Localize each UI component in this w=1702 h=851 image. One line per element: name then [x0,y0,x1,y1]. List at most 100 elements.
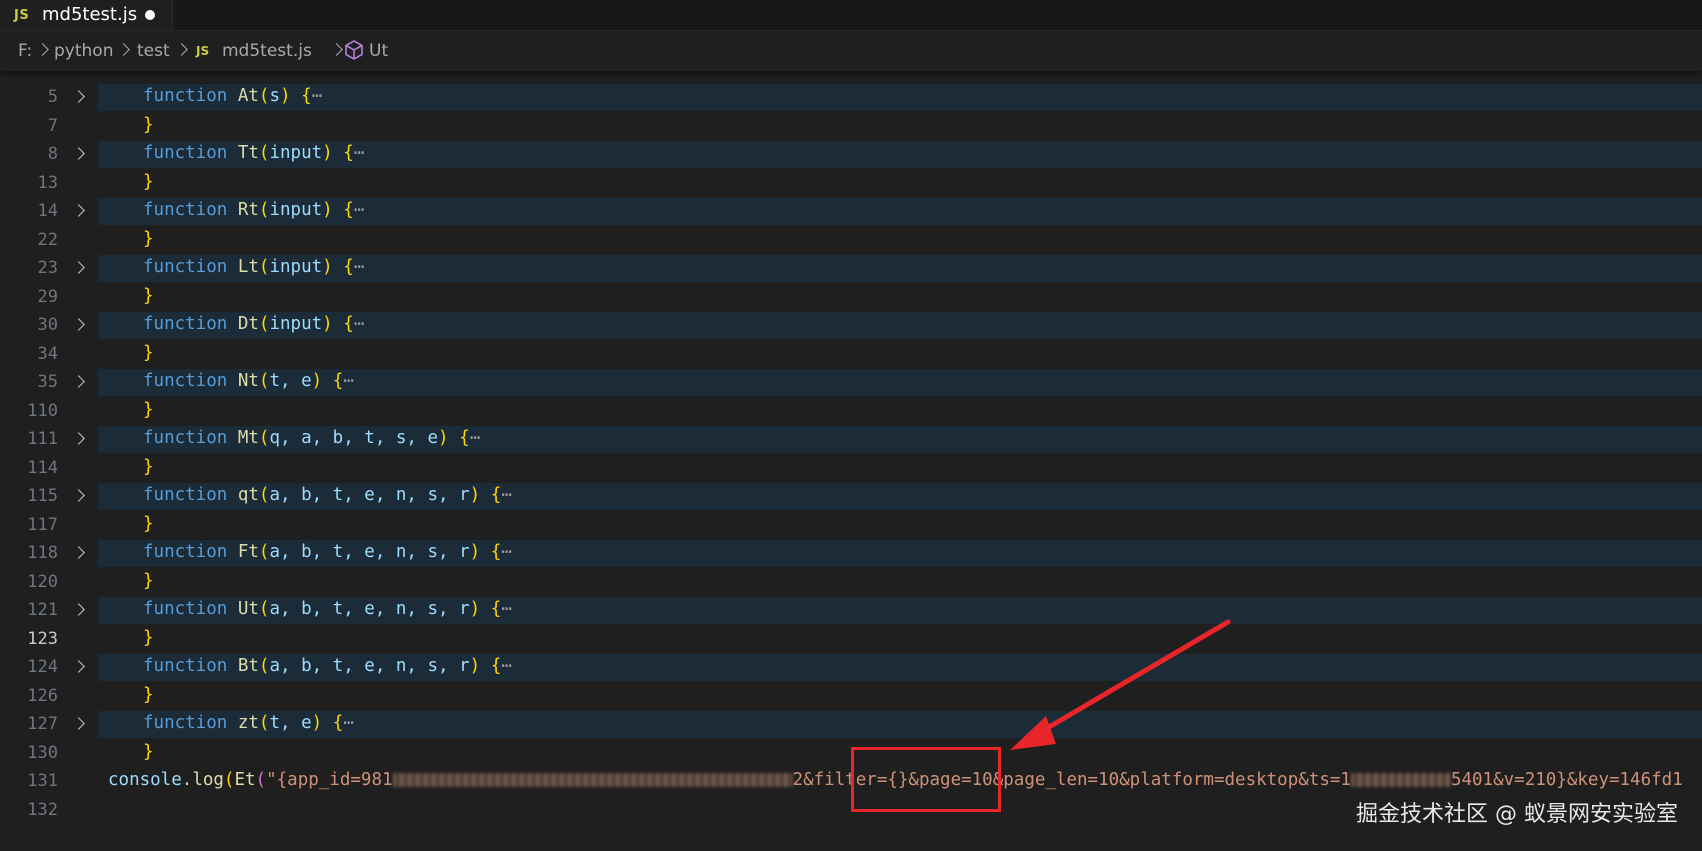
chevron-right-icon[interactable] [72,318,85,331]
code-line[interactable]: 14 function Rt(input) {⋯ [0,197,1702,226]
line-number: 8 [47,144,58,164]
paren-open: ( [258,257,270,277]
chevron-right-icon [330,43,343,56]
brace-open: { [343,200,354,220]
keyword-function: function [143,143,228,163]
string-literal: 5401&v=210}&key=146fd1 [1450,770,1683,790]
folded-ellipsis: ⋯ [353,143,365,163]
breadcrumb-folder-python[interactable]: python [54,41,113,61]
chevron-right-icon[interactable] [72,375,85,388]
code-line[interactable]: 30 function Dt(input) {⋯ [0,311,1702,340]
function-name: Bt [237,656,259,676]
code-line[interactable]: 123} [0,625,1702,654]
code-line[interactable]: 22} [0,226,1702,255]
tab-label: md5test.js [42,4,138,25]
line-number: 120 [27,571,58,592]
line-number: 121 [27,600,58,620]
chevron-right-icon[interactable] [72,204,85,217]
chevron-right-icon[interactable] [72,603,85,616]
paren-open: ( [258,542,270,562]
code-line[interactable]: 29} [0,283,1702,312]
paren-close: ) [469,542,481,562]
brace-open: { [332,371,344,391]
line-number: 131 [27,771,58,791]
chevron-right-icon[interactable] [72,660,85,673]
function-params: q, a, b, t, s, e [269,428,439,448]
line-number: 111 [27,429,58,449]
line-number: 34 [37,343,58,364]
code-line[interactable]: 121 function Ut(a, b, t, e, n, s, r) {⋯ [0,596,1702,625]
function-params: a, b, t, e, n, s, r [269,656,470,676]
code-text: } [143,628,154,648]
code-line[interactable]: 124 function Bt(a, b, t, e, n, s, r) {⋯ [0,653,1702,682]
brace-open: { [343,314,354,334]
function-name: qt [237,485,259,505]
line-number: 115 [27,486,58,506]
chevron-right-icon[interactable] [72,546,85,559]
code-line[interactable]: 5 function At(s) {⋯ [0,83,1702,112]
javascript-file-icon: JS [196,44,210,58]
tab-md5test-js[interactable]: JS md5test.js [0,0,173,30]
breadcrumb-folder-test[interactable]: test [137,41,170,61]
chevron-right-icon[interactable] [72,90,85,103]
chevron-right-icon[interactable] [72,147,85,160]
folded-ellipsis: ⋯ [311,86,323,106]
paren-close: ) [322,143,333,163]
code-line[interactable]: 127 function zt(t, e) {⋯ [0,710,1702,739]
code-line[interactable]: 35 function Nt(t, e) {⋯ [0,368,1702,397]
code-line[interactable]: 118 function Ft(a, b, t, e, n, s, r) {⋯ [0,539,1702,568]
folded-ellipsis: ⋯ [343,713,354,733]
paren-close: ) [311,371,323,391]
brace-close: } [143,399,154,420]
function-params: input [269,314,323,334]
code-editor[interactable]: } 5function At(s) {⋯7}8function Tt(input… [0,71,1702,851]
code-line[interactable]: 23 function Lt(input) {⋯ [0,254,1702,283]
redacted-text [1350,773,1451,787]
chevron-right-icon[interactable] [72,489,85,502]
paren-close: ) [322,314,333,334]
code-text: } [143,571,154,591]
chevron-right-icon [117,43,130,56]
brace-close: } [143,627,154,648]
cube-icon [344,39,364,65]
paren-close: ) [438,428,449,448]
paren-open: ( [258,314,270,334]
code-line[interactable]: 115 function qt(a, b, t, e, n, s, r) {⋯ [0,482,1702,511]
code-line[interactable]: 110} [0,397,1702,426]
code-line[interactable]: 8 function Tt(input) {⋯ [0,140,1702,169]
line-number: 14 [37,201,58,221]
folded-ellipsis: ⋯ [501,656,512,676]
line-number: 118 [27,543,58,563]
dirty-dot-icon[interactable] [145,10,155,20]
brace-close: } [143,684,154,705]
chevron-right-icon[interactable] [72,717,85,730]
code-text: function Mt(q, a, b, t, s, e) {⋯ [143,428,480,448]
code-line[interactable]: 120} [0,568,1702,597]
code-text: } [143,172,154,192]
breadcrumb-symbol[interactable]: Ut [369,41,388,61]
code-line[interactable]: 13} [0,169,1702,198]
chevron-right-icon [36,43,49,56]
function-params: input [269,143,323,163]
paren-open: ( [223,770,235,790]
code-line[interactable]: 111 function Mt(q, a, b, t, s, e) {⋯ [0,425,1702,454]
breadcrumb-drive[interactable]: F: [18,41,32,61]
chevron-right-icon[interactable] [72,261,85,274]
code-line[interactable]: 34} [0,340,1702,369]
breadcrumb-file[interactable]: md5test.js [222,41,312,61]
code-line[interactable]: 114} [0,454,1702,483]
code-line[interactable]: 117} [0,511,1702,540]
folded-ellipsis: ⋯ [343,371,354,391]
code-line[interactable]: 7} [0,112,1702,141]
chevron-right-icon[interactable] [72,432,85,445]
line-number: 35 [37,372,58,392]
brace-open: { [343,143,354,163]
code-line[interactable]: 126} [0,682,1702,711]
code-text: function Lt(input) {⋯ [143,257,364,277]
line-number: 126 [27,685,58,706]
keyword-function: function [143,200,228,220]
keyword-function: function [143,86,228,106]
function-name: Ut [237,599,259,619]
brace-close: } [143,285,154,306]
line-number: 110 [27,400,58,421]
